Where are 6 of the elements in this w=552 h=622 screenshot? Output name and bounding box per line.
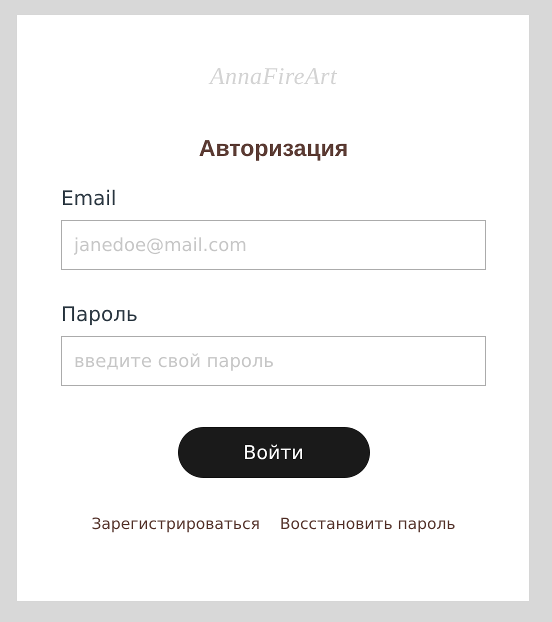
login-button[interactable]: Войти	[178, 427, 370, 478]
page-title: Авторизация	[198, 134, 348, 162]
field-label: Email	[61, 185, 116, 211]
link[interactable]: Зарегистрироваться	[91, 515, 260, 533]
field-label: Пароль	[61, 301, 138, 327]
link[interactable]: Восстановить пароль	[280, 515, 456, 533]
